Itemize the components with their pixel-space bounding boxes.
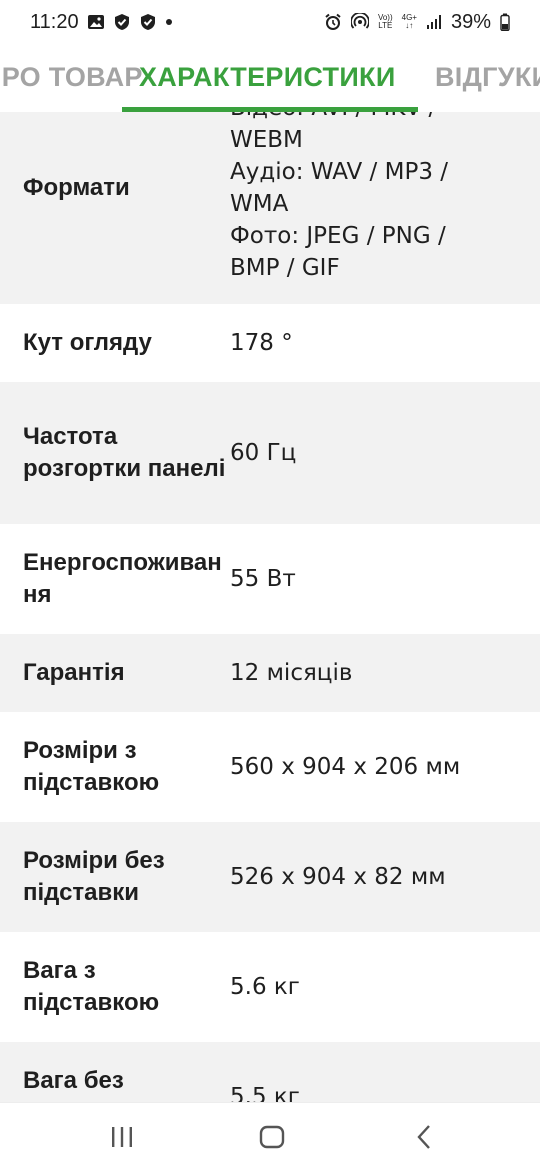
signal-icon — [426, 15, 441, 29]
battery-icon — [500, 13, 510, 31]
spec-value-line: BMP / GIF — [230, 255, 340, 281]
spec-row-warranty: Гарантія 12 місяців — [0, 634, 540, 712]
shield-check-icon — [114, 14, 129, 30]
volte-indicator: Vo)) LTE — [378, 14, 393, 30]
spec-value-line: WMA — [230, 191, 289, 217]
notification-dot-icon — [165, 19, 172, 25]
spec-label: Вага з підставкою — [23, 957, 160, 1016]
spec-label: Формати — [23, 174, 130, 201]
spec-row-viewing-angle: Кут огляду 178 ° — [0, 304, 540, 382]
spec-value: 526 x 904 x 82 мм — [230, 864, 446, 890]
spec-value-line: Аудіо: WAV / MP3 / — [230, 159, 449, 185]
spec-label: Вага без підставки — [23, 1067, 139, 1102]
spec-row-dimensions-with-stand: Розміри з підставкою 560 x 904 x 206 мм — [0, 712, 540, 822]
spec-label: Гарантія — [23, 659, 125, 686]
spec-value: 55 Вт — [230, 566, 296, 592]
tab-bar: ПРО ТОВАР ХАРАКТЕРИСТИКИ ВІДГУКИ — [0, 44, 540, 112]
spec-label: Частота розгортки панелі — [23, 423, 226, 482]
battery-percent: 39% — [450, 10, 491, 33]
recents-icon — [112, 1127, 132, 1147]
home-button[interactable] — [257, 1123, 287, 1151]
hotspot-icon — [350, 13, 369, 29]
shield-icon — [140, 14, 155, 30]
status-bar: 11:20 Vo)) LTE 4G+ ↓↑ 39% — [0, 0, 540, 44]
spec-label: Розміри без підставки — [23, 847, 165, 906]
spec-label: Кут огляду — [23, 329, 152, 356]
spec-row-refresh-rate: Частота розгортки панелі 60 Гц — [0, 382, 540, 524]
data-arrows-label: ↓↑ — [405, 21, 414, 30]
spec-row-weight-with-stand: Вага з підставкою 5.6 кг — [0, 932, 540, 1042]
spec-label: Енергоспоживання — [23, 549, 222, 608]
status-time: 11:20 — [30, 10, 79, 33]
specs-list[interactable]: Формати Відео: AVI / MKV / WEBM Аудіо: W… — [0, 112, 540, 1102]
home-icon — [259, 1125, 285, 1149]
spec-row-formats: Формати Відео: AVI / MKV / WEBM Аудіо: W… — [0, 112, 540, 304]
tab-specifications[interactable]: ХАРАКТЕРИСТИКИ — [139, 62, 396, 93]
recents-button[interactable] — [107, 1123, 137, 1151]
data-indicator: 4G+ ↓↑ — [402, 14, 417, 30]
active-tab-indicator — [122, 107, 418, 112]
spec-label: Розміри з підставкою — [23, 737, 160, 796]
tab-about-product[interactable]: ПРО ТОВАР — [0, 62, 143, 93]
back-button[interactable] — [409, 1123, 439, 1151]
spec-row-power-consumption: Енергоспоживання 55 Вт — [0, 524, 540, 634]
lte-label: LTE — [378, 21, 393, 30]
spec-value: Відео: AVI / MKV / WEBM Аудіо: WAV / MP3… — [230, 112, 540, 284]
spec-value: 5.6 кг — [230, 974, 300, 1000]
back-icon — [417, 1125, 430, 1149]
spec-value: 60 Гц — [230, 440, 297, 466]
system-nav-bar — [0, 1102, 540, 1170]
spec-value: 560 x 904 x 206 мм — [230, 754, 461, 780]
spec-row-dimensions-without-stand: Розміри без підставки 526 x 904 x 82 мм — [0, 822, 540, 932]
spec-value-line: WEBM — [230, 127, 303, 153]
spec-value-line: Фото: JPEG / PNG / — [230, 223, 446, 249]
spec-value: 178 ° — [230, 330, 293, 356]
tab-reviews[interactable]: ВІДГУКИ — [435, 62, 540, 93]
gallery-icon — [87, 15, 104, 29]
spec-value: 5.5 кг — [230, 1084, 300, 1102]
spec-value: 12 місяців — [230, 660, 353, 686]
alarm-icon — [325, 13, 341, 30]
spec-row-weight-without-stand: Вага без підставки 5.5 кг — [0, 1042, 540, 1102]
spec-value-line: Відео: AVI / MKV / — [230, 112, 540, 124]
